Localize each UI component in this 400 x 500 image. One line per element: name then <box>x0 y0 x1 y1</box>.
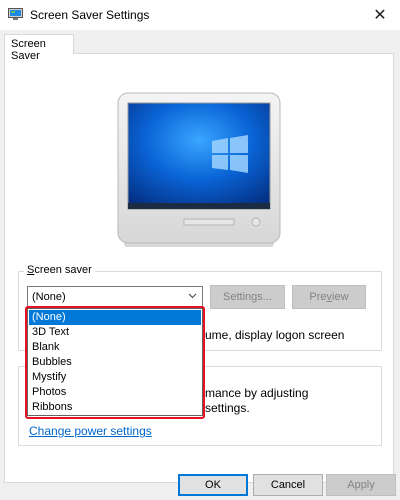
apply-button[interactable]: Apply <box>326 474 396 496</box>
chevron-down-icon <box>188 291 197 301</box>
screen-saver-select[interactable]: (None) <box>27 286 203 308</box>
dropdown-option-none[interactable]: (None) <box>29 310 201 325</box>
tab-screen-saver[interactable]: Screen Saver <box>4 34 74 62</box>
close-button[interactable]: ✕ <box>360 0 400 30</box>
preview-button[interactable]: Preview <box>292 285 366 309</box>
dropdown-option-photos[interactable]: Photos <box>29 385 201 400</box>
change-power-settings-link[interactable]: Change power settings <box>29 424 152 438</box>
resume-logon-label: ume, display logon screen <box>205 328 345 342</box>
screen-saver-select-value: (None) <box>32 291 66 303</box>
dropdown-option-ribbons[interactable]: Ribbons <box>29 400 201 415</box>
screen-saver-group-label: Screen saver <box>24 264 95 276</box>
dropdown-option-bubbles[interactable]: Bubbles <box>29 355 201 370</box>
screen-saver-dropdown-list: (None) 3D Text Blank Bubbles Mystify Pho… <box>27 308 203 416</box>
title-bar: Screen Saver Settings ✕ <box>0 0 400 30</box>
close-icon: ✕ <box>373 7 387 24</box>
cancel-button[interactable]: Cancel <box>253 474 323 496</box>
settings-button[interactable]: Settings... <box>210 285 285 309</box>
power-description: mance by adjusting settings. <box>205 386 309 415</box>
ok-button[interactable]: OK <box>178 474 248 496</box>
dropdown-option-3d-text[interactable]: 3D Text <box>29 325 201 340</box>
monitor-preview <box>116 91 282 251</box>
dropdown-option-blank[interactable]: Blank <box>29 340 201 355</box>
screen-saver-settings-icon <box>8 8 23 21</box>
window-title: Screen Saver Settings <box>30 8 150 22</box>
dropdown-option-mystify[interactable]: Mystify <box>29 370 201 385</box>
